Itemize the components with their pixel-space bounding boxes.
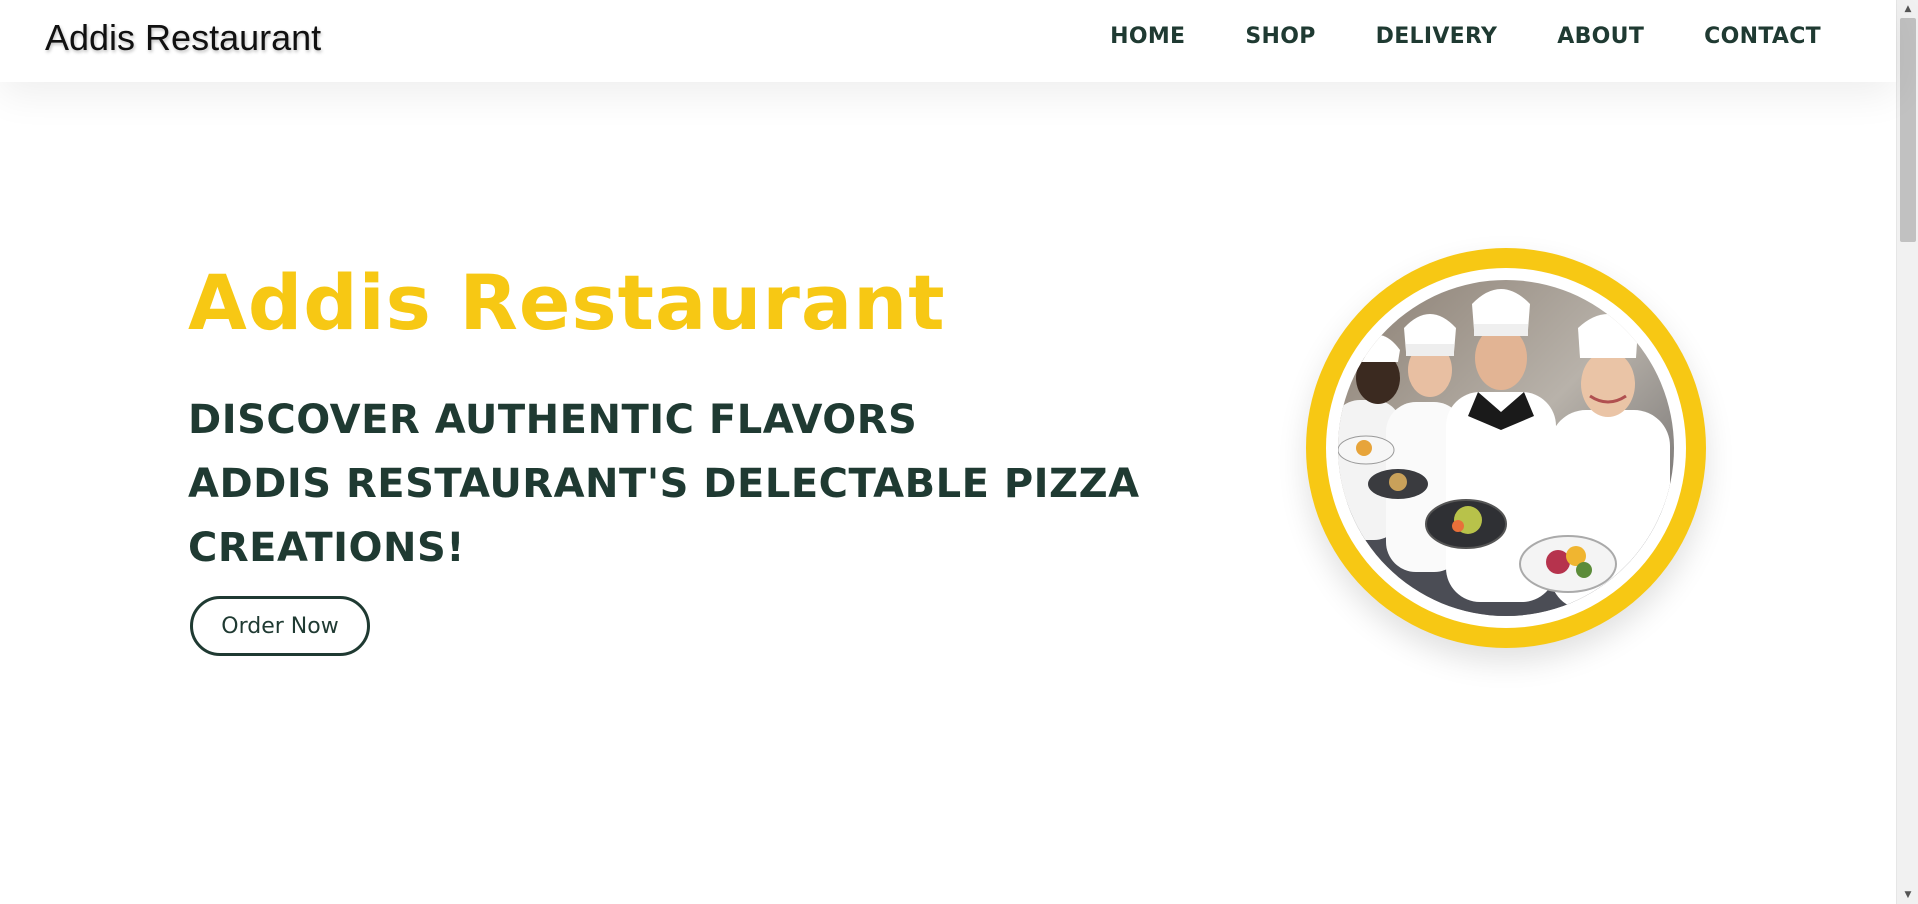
navbar: Addis Restaurant HOME SHOP DELIVERY ABOU…	[0, 0, 1896, 82]
hero-subtitle: DISCOVER AUTHENTIC FLAVORS ADDIS RESTAUR…	[188, 388, 1188, 580]
hero-image-ring	[1326, 268, 1686, 628]
order-now-button[interactable]: Order Now	[190, 596, 370, 656]
nav-link-shop[interactable]: SHOP	[1245, 24, 1315, 49]
nav-link-delivery[interactable]: DELIVERY	[1376, 24, 1498, 49]
nav-link-about[interactable]: ABOUT	[1557, 24, 1644, 49]
hero-subtitle-line-3: CREATIONS!	[188, 525, 466, 571]
brand-logo-text[interactable]: Addis Restaurant	[45, 17, 321, 59]
hero-image-frame	[1306, 248, 1706, 648]
scrollbar-thumb[interactable]	[1900, 18, 1916, 242]
nav-link-home[interactable]: HOME	[1110, 24, 1185, 49]
page: Addis Restaurant HOME SHOP DELIVERY ABOU…	[0, 0, 1918, 904]
chefs-photo	[1338, 280, 1674, 616]
nav-links: HOME SHOP DELIVERY ABOUT CONTACT	[1050, 24, 1821, 49]
hero-title: Addis Restaurant	[188, 258, 946, 347]
nav-link-contact[interactable]: CONTACT	[1704, 24, 1821, 49]
chefs-illustration	[1338, 280, 1674, 616]
scroll-down-arrow-icon[interactable]: ▼	[1897, 886, 1918, 904]
scroll-up-arrow-icon[interactable]: ▲	[1897, 0, 1918, 18]
hero-subtitle-line-2: ADDIS RESTAURANT'S DELECTABLE PIZZA	[188, 461, 1140, 507]
page-scrollbar[interactable]: ▲ ▼	[1896, 0, 1918, 904]
hero-subtitle-line-1: DISCOVER AUTHENTIC FLAVORS	[188, 397, 918, 443]
